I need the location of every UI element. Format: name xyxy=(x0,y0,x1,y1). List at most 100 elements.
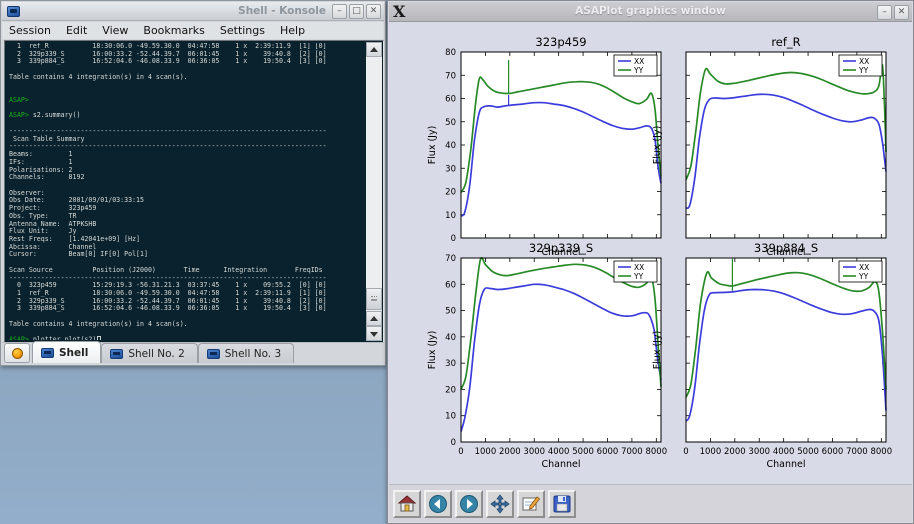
terminal-line: ASAP> s2.summary() xyxy=(9,112,364,120)
svg-text:70: 70 xyxy=(445,71,456,81)
legend-label: YY xyxy=(858,272,869,281)
svg-text:7000: 7000 xyxy=(621,447,643,457)
asaplot-titlebar[interactable]: X ASAPlot graphics window – ✕ xyxy=(389,2,912,22)
plot-toolbar xyxy=(389,484,912,522)
konsole-menubar: Session Edit View Bookmarks Settings Help xyxy=(2,22,384,39)
terminal-line xyxy=(9,82,364,90)
x-axis-label: Channel xyxy=(766,459,805,470)
back-button[interactable] xyxy=(424,490,452,518)
svg-text:30: 30 xyxy=(445,164,456,174)
terminal-line: ASAP> xyxy=(9,97,364,105)
legend-label: XX xyxy=(859,263,869,272)
tab-shell-no-2[interactable]: Shell No. 2 xyxy=(101,343,197,363)
svg-text:6000: 6000 xyxy=(597,447,619,457)
home-icon xyxy=(397,494,417,514)
svg-text:70: 70 xyxy=(445,254,456,264)
terminal-line: Cursor: Beam[0] IF[0] Pol[1] xyxy=(9,251,364,259)
forward-button[interactable] xyxy=(455,490,483,518)
y-axis-label: Flux (Jy) xyxy=(427,331,438,370)
legend-label: YY xyxy=(858,66,869,75)
svg-text:1000: 1000 xyxy=(475,447,497,457)
y-axis-label: Flux (Jy) xyxy=(652,126,663,165)
svg-text:40: 40 xyxy=(445,141,456,151)
terminal-line: Table contains 4 integration(s) in 4 sca… xyxy=(9,74,364,82)
save-button[interactable] xyxy=(548,490,576,518)
svg-text:5000: 5000 xyxy=(797,447,819,457)
scroll-up-button[interactable] xyxy=(366,42,382,57)
asaplot-window: X ASAPlot graphics window – ✕ 0 10 20 30 40 5… xyxy=(387,0,914,524)
subplot-323p459: 01020304050607080323p459Flux (Jy)Channel… xyxy=(416,36,671,272)
scroll-thumb[interactable] xyxy=(366,288,382,310)
terminal-tab-icon xyxy=(207,349,220,359)
tab-shell-no-3[interactable]: Shell No. 3 xyxy=(198,343,294,363)
svg-text:4000: 4000 xyxy=(548,447,570,457)
scroll-down-button[interactable] xyxy=(366,326,382,341)
terminal-output[interactable]: 1 ref_R 18:30:06.0 -49.59.30.0 04:47:58 … xyxy=(9,43,364,340)
plot-title: 323p459 xyxy=(535,35,586,49)
tab-shell[interactable]: Shell xyxy=(32,341,101,363)
plot-title: 329p339_S xyxy=(529,241,593,255)
svg-text:4000: 4000 xyxy=(773,447,795,457)
svg-text:3000: 3000 xyxy=(748,447,770,457)
svg-text:1000: 1000 xyxy=(700,447,722,457)
maximize-button[interactable]: □ xyxy=(349,4,364,19)
menu-item-settings[interactable]: Settings xyxy=(220,24,265,37)
minimize-button[interactable]: – xyxy=(332,4,347,19)
forward-icon xyxy=(459,494,479,514)
svg-text:10: 10 xyxy=(445,211,456,221)
svg-text:30: 30 xyxy=(445,359,456,369)
svg-text:20: 20 xyxy=(445,188,456,198)
terminal-line xyxy=(9,182,364,190)
menu-item-session[interactable]: Session xyxy=(9,24,51,37)
terminal-tab-icon xyxy=(41,348,54,358)
plot-ref_R: ref_RFlux (Jy)ChannelXXYY xyxy=(641,36,896,272)
svg-text:2000: 2000 xyxy=(499,447,521,457)
plot-323p459: 01020304050607080323p459Flux (Jy)Channel… xyxy=(416,36,671,272)
svg-text:40: 40 xyxy=(445,333,456,343)
scroll-up-button-2[interactable] xyxy=(366,311,382,326)
subplot-339p884_S: 010002000300040005000600070008000339p884… xyxy=(641,242,896,476)
svg-text:0: 0 xyxy=(451,438,456,448)
plot-title: ref_R xyxy=(771,35,800,49)
menu-item-bookmarks[interactable]: Bookmarks xyxy=(143,24,204,37)
new-session-icon xyxy=(12,348,23,359)
konsole-titlebar[interactable]: Shell - Konsole – □ ✕ xyxy=(2,2,384,21)
minimize-button[interactable]: – xyxy=(877,5,892,20)
svg-text:80: 80 xyxy=(445,48,456,58)
svg-text:7000: 7000 xyxy=(846,447,868,457)
svg-text:2000: 2000 xyxy=(724,447,746,457)
x-axis-label: Channel xyxy=(541,459,580,470)
home-button[interactable] xyxy=(393,490,421,518)
figure-canvas[interactable]: 01020304050607080323p459Flux (Jy)Channel… xyxy=(389,22,912,483)
back-icon xyxy=(428,494,448,514)
plot-title: 339p884_S xyxy=(754,241,818,255)
y-axis-label: Flux (Jy) xyxy=(427,126,438,165)
terminal-tab-icon xyxy=(110,349,123,359)
legend-label: XX xyxy=(859,57,869,66)
terminal-frame: 1 ref_R 18:30:06.0 -49.59.30.0 04:47:58 … xyxy=(4,40,384,343)
terminal-cursor xyxy=(97,336,101,340)
subplot-ref_R: ref_RFlux (Jy)ChannelXXYY xyxy=(641,36,896,272)
close-button[interactable]: ✕ xyxy=(366,4,381,19)
pan-icon xyxy=(490,494,510,514)
terminal-line: 3 339p884_S 16:52:04.6 -46.08.33.9 06:36… xyxy=(9,58,364,66)
konsole-window-title: Shell - Konsole xyxy=(28,5,326,17)
save-icon xyxy=(552,494,572,514)
close-button[interactable]: ✕ xyxy=(894,5,909,20)
svg-text:10: 10 xyxy=(445,412,456,422)
menu-item-edit[interactable]: Edit xyxy=(66,24,87,37)
terminal-scrollbar[interactable] xyxy=(366,42,382,341)
svg-text:3000: 3000 xyxy=(523,447,545,457)
svg-text:8000: 8000 xyxy=(870,447,892,457)
svg-text:0: 0 xyxy=(458,447,463,457)
konsole-app-icon xyxy=(7,6,20,17)
subplots-button[interactable] xyxy=(517,490,545,518)
pan-button[interactable] xyxy=(486,490,514,518)
menu-item-help[interactable]: Help xyxy=(280,24,305,37)
y-axis-label: Flux (Jy) xyxy=(652,331,663,370)
new-session-button[interactable] xyxy=(4,343,30,363)
menu-item-view[interactable]: View xyxy=(102,24,128,37)
terminal-line: Channels: 8192 xyxy=(9,174,364,182)
svg-text:5000: 5000 xyxy=(572,447,594,457)
svg-text:50: 50 xyxy=(445,307,456,317)
